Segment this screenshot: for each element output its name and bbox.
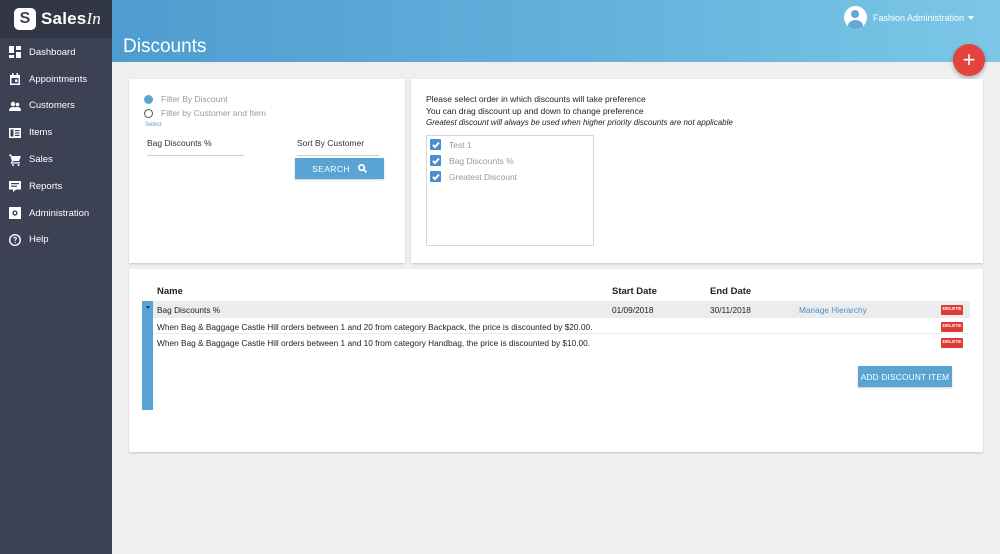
discount-item-text: When Bag & Baggage Castle Hill orders be…: [157, 337, 591, 348]
sort-by-customer-field[interactable]: Sort By Customer: [297, 138, 379, 156]
sidebar-item-administration[interactable]: Administration: [0, 200, 112, 227]
discount-item-text: When Bag & Baggage Castle Hill orders be…: [157, 321, 593, 332]
checkbox-checked-icon[interactable]: [430, 155, 441, 166]
add-discount-fab[interactable]: +: [953, 44, 985, 76]
radio-filter-by-discount[interactable]: Filter By Discount: [144, 94, 228, 104]
delete-button[interactable]: DELETE: [941, 337, 963, 348]
preference-card: Please select order in which discounts w…: [411, 79, 983, 263]
logo-mark-icon: S: [14, 8, 36, 30]
search-button[interactable]: SEARCH: [295, 158, 384, 179]
start-date: 01/09/2018: [612, 304, 654, 315]
discount-table-card: Name Start Date End Date Bag Discounts %…: [129, 269, 983, 452]
radio-filter-by-customer-item[interactable]: Filter by Customer and Item: [144, 108, 266, 118]
discount-name: Bag Discounts %: [157, 304, 221, 315]
collapse-toggle-icon[interactable]: [143, 303, 152, 311]
user-name: Fashion Administration: [872, 12, 964, 23]
preference-item[interactable]: Greatest Discount: [430, 171, 517, 182]
dashboard-icon: [9, 46, 21, 59]
preference-drag-hint: You can drag discount up and down to cha…: [426, 106, 644, 116]
radio-label: Filter by Customer and Item: [161, 108, 266, 118]
sidebar: S SalesIn Dashboard Appointments Custome…: [0, 0, 112, 554]
filter-card: Filter By Discount Filter by Customer an…: [129, 79, 405, 263]
avatar-icon: [843, 6, 867, 29]
items-list-icon: [9, 127, 21, 139]
search-button-label: SEARCH: [312, 163, 350, 174]
delete-button[interactable]: DELETE: [941, 304, 963, 315]
people-icon: [9, 100, 21, 112]
sidebar-item-label: Sales: [29, 154, 53, 166]
user-menu[interactable]: Fashion Administration: [843, 6, 974, 29]
column-header-end-date[interactable]: End Date: [710, 286, 751, 297]
sidebar-item-label: Help: [29, 234, 49, 246]
sidebar-item-label: Dashboard: [29, 46, 76, 58]
preference-item-label: Greatest Discount: [449, 171, 518, 182]
preference-list: Test 1 Bag Discounts % Greatest Discount: [426, 135, 594, 246]
sidebar-item-sales[interactable]: Sales: [0, 146, 112, 173]
preference-item-label: Bag Discounts %: [449, 155, 514, 166]
preference-item[interactable]: Bag Discounts %: [430, 155, 514, 166]
top-header: Discounts Fashion Administration: [112, 0, 1000, 62]
select-caption: Select: [145, 122, 162, 128]
page-title: Discounts: [123, 36, 207, 57]
column-header-name[interactable]: Name: [157, 286, 183, 297]
delete-button[interactable]: DELETE: [941, 321, 963, 332]
sidebar-item-label: Customers: [29, 100, 75, 112]
admin-icon: [9, 207, 21, 220]
report-icon: [9, 180, 21, 193]
row-group-indicator: [142, 301, 153, 410]
logo[interactable]: S SalesIn: [0, 0, 112, 38]
sidebar-item-appointments[interactable]: Appointments: [0, 66, 112, 93]
preference-item[interactable]: Test 1: [430, 139, 472, 150]
checkbox-checked-icon[interactable]: [430, 139, 441, 150]
add-discount-item-button[interactable]: ADD DISCOUNT ITEM: [858, 366, 952, 387]
radio-label: Filter By Discount: [161, 94, 228, 104]
sidebar-item-label: Administration: [29, 207, 90, 219]
calendar-icon: [9, 73, 21, 86]
checkbox-checked-icon[interactable]: [430, 171, 441, 182]
sidebar-item-label: Items: [29, 127, 53, 139]
sidebar-item-help[interactable]: Help: [0, 227, 112, 254]
preference-item-label: Test 1: [449, 139, 472, 150]
sidebar-item-customers[interactable]: Customers: [0, 93, 112, 120]
sidebar-item-items[interactable]: Items: [0, 119, 112, 146]
column-header-start-date[interactable]: Start Date: [612, 286, 657, 297]
discount-select[interactable]: Bag Discounts %: [147, 138, 244, 156]
radio-selected-icon: [144, 94, 153, 104]
sidebar-nav: Dashboard Appointments Customers Items S…: [0, 38, 112, 253]
preference-instruction: Please select order in which discounts w…: [426, 94, 646, 104]
logo-text: SalesIn: [41, 9, 101, 28]
sidebar-item-dashboard[interactable]: Dashboard: [0, 39, 112, 66]
table-row[interactable]: When Bag & Baggage Castle Hill orders be…: [153, 317, 970, 333]
manage-hierarchy-link[interactable]: Manage Hierarchy: [799, 305, 867, 315]
help-icon: [9, 233, 21, 246]
sidebar-item-label: Reports: [29, 180, 63, 192]
sidebar-item-label: Appointments: [29, 73, 88, 85]
table-row[interactable]: Bag Discounts % 01/09/2018 30/11/2018 Ma…: [153, 301, 970, 317]
preference-note: Greatest discount will always be used wh…: [426, 118, 733, 127]
sidebar-item-reports[interactable]: Reports: [0, 173, 112, 200]
table-row[interactable]: When Bag & Baggage Castle Hill orders be…: [153, 333, 970, 349]
end-date: 30/11/2018: [710, 304, 751, 315]
cart-icon: [9, 154, 21, 166]
chevron-down-icon: [968, 15, 974, 20]
search-icon: [357, 164, 367, 173]
radio-unselected-icon: [144, 108, 153, 118]
